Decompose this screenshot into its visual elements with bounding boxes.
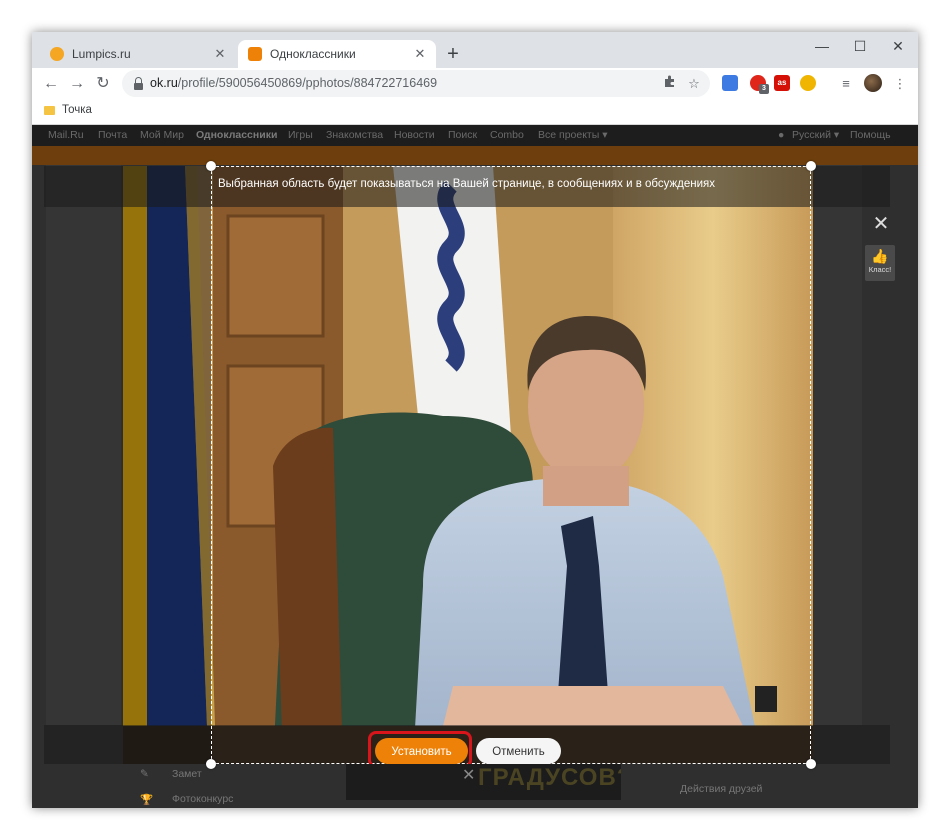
minimize-button[interactable]: — (806, 36, 838, 56)
outside-selection-shade (123, 166, 211, 764)
lock-icon[interactable] (134, 77, 143, 90)
avatar[interactable] (864, 74, 882, 92)
underlay-notes-label: Замет (172, 768, 202, 780)
left-column-dimmed (46, 165, 121, 725)
window-close-button[interactable]: ✕ (882, 36, 914, 56)
underlay-ad-banner: ГРАДУСОВ? (346, 764, 621, 800)
maximize-button[interactable]: ☐ (844, 36, 876, 56)
reload-button[interactable]: ↻ (92, 73, 114, 95)
class-label: Класс! (868, 265, 892, 274)
extension-badge: 3 (759, 84, 769, 94)
url-text: ok.ru/profile/590056450869/pphotos/88472… (150, 76, 438, 90)
browser-window: Lumpics.ru ✕ Одноклассники ✕ + — ☐ ✕ ← →… (32, 32, 918, 808)
nav-moy-mir[interactable]: Мой Мир (140, 129, 184, 141)
trophy-icon: 🏆 (140, 794, 154, 806)
crop-handle-bottom-right[interactable] (806, 759, 816, 769)
nav-znakomstva[interactable]: Знакомства (326, 129, 383, 141)
class-like-button[interactable]: 👍 Класс! (865, 245, 895, 281)
lumpics-favicon-icon (50, 47, 64, 61)
nav-novosti[interactable]: Новости (394, 129, 435, 141)
browser-toolbar: ← → ↻ ok.ru/profile/590056450869/pphotos… (32, 68, 918, 99)
globe-icon: ● (778, 129, 785, 141)
nav-help[interactable]: Помощь (850, 129, 891, 141)
nav-all-projects[interactable]: Все проекты ▾ (538, 129, 607, 141)
lastfm-extension-icon[interactable]: as (774, 75, 790, 91)
nav-pochta[interactable]: Почта (98, 129, 127, 141)
tab-title: Lumpics.ru (72, 47, 131, 61)
crop-selection-area[interactable] (211, 166, 811, 764)
media-control-icon[interactable]: ≡ (836, 74, 856, 94)
cancel-button[interactable]: Отменить (476, 738, 561, 764)
nav-igry[interactable]: Игры (288, 129, 313, 141)
bookmarks-bar: Точка (32, 99, 918, 125)
underlay-notes-icon: ✎ (140, 768, 149, 780)
vpn-extension-icon[interactable] (722, 75, 738, 91)
nav-mailru[interactable]: Mail.Ru (48, 129, 84, 141)
tab-lumpics[interactable]: Lumpics.ru ✕ (40, 40, 236, 68)
nav-language[interactable]: Русский ▾ (792, 129, 839, 141)
highlight-frame (368, 731, 472, 768)
new-tab-button[interactable]: + (442, 43, 464, 65)
nav-poisk[interactable]: Поиск (448, 129, 477, 141)
crop-handle-top-right[interactable] (806, 161, 816, 171)
tab-strip: Lumpics.ru ✕ Одноклассники ✕ + — ☐ ✕ (32, 32, 918, 68)
puzzle-icon[interactable] (660, 74, 680, 94)
browser-menu-button[interactable]: ⋮ (890, 74, 910, 94)
nav-odnoklassniki[interactable]: Одноклассники (196, 129, 277, 141)
nav-combo[interactable]: Combo (490, 129, 524, 141)
bookmark-star-icon[interactable]: ☆ (684, 74, 704, 94)
underlay-friends-activity: Действия друзей (680, 783, 763, 795)
bookmark-label: Точка (62, 104, 92, 116)
underlay-photo-contest: Фотоконкурс (172, 793, 234, 805)
ok-portal-nav: Mail.Ru Почта Мой Мир Одноклассники Игры… (32, 125, 918, 146)
tab-close-icon[interactable]: ✕ (412, 46, 428, 62)
crop-handle-bottom-left[interactable] (206, 759, 216, 769)
close-viewer-icon[interactable]: ✕ (870, 213, 892, 235)
back-button[interactable]: ← (40, 73, 62, 95)
right-column-dimmed (812, 165, 862, 725)
thumbs-up-icon: 👍 (871, 248, 889, 264)
address-bar[interactable]: ok.ru/profile/590056450869/pphotos/88472… (122, 70, 710, 97)
red-extension-icon[interactable]: 3 (750, 75, 769, 94)
banner-text: ГРАДУСОВ? (478, 764, 621, 791)
underlay-close-icon: ✕ (462, 767, 476, 784)
bookmark-tochka[interactable]: Точка (44, 104, 92, 116)
tab-odnoklassniki[interactable]: Одноклассники ✕ (238, 40, 436, 68)
tab-title: Одноклассники (270, 47, 356, 61)
crop-handle-top-left[interactable] (206, 161, 216, 171)
ok-header-bar (32, 146, 918, 165)
shield-extension-icon[interactable] (800, 75, 816, 91)
folder-icon (44, 105, 55, 115)
page-content: Mail.Ru Почта Мой Мир Одноклассники Игры… (32, 125, 918, 808)
tab-close-icon[interactable]: ✕ (212, 46, 228, 62)
forward-button[interactable]: → (66, 73, 88, 95)
ok-favicon-icon (248, 47, 262, 61)
crop-hint-text: Выбранная область будет показываться на … (218, 178, 716, 190)
